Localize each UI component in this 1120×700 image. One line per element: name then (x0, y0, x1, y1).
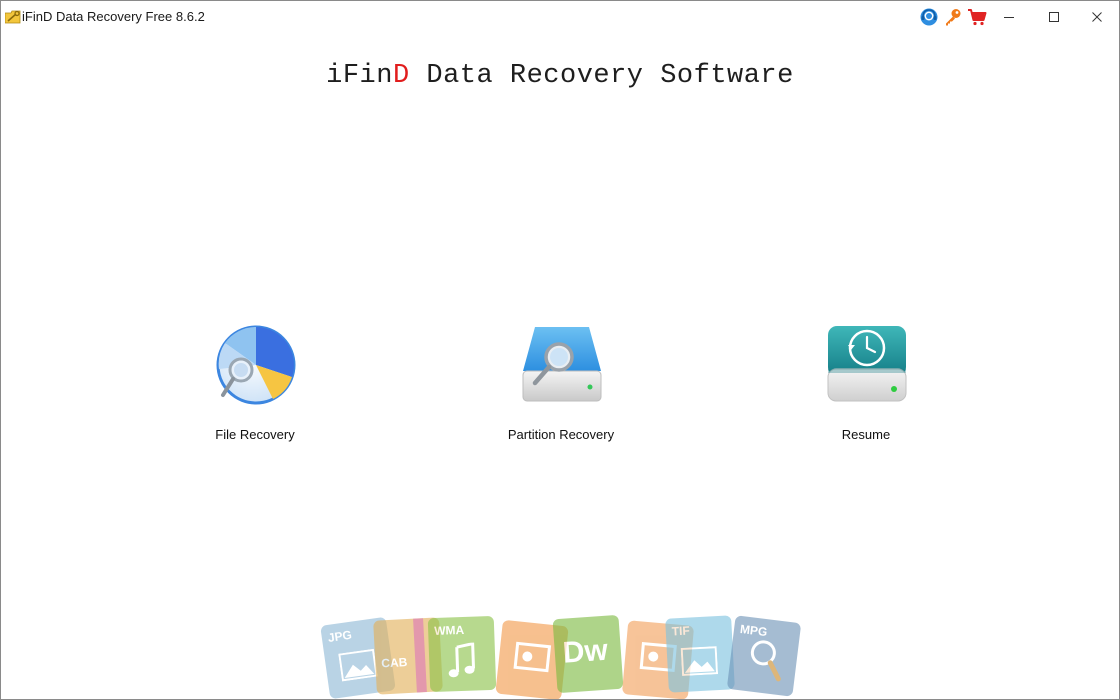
magnifier-icon (750, 640, 781, 682)
resume-clock-drive-icon (827, 326, 907, 402)
partition-recovery-button[interactable]: Partition Recovery (461, 319, 661, 449)
image-icon (338, 648, 378, 682)
folder-key-icon (5, 10, 21, 24)
close-icon (1092, 12, 1102, 22)
app-window: iFinD Data Recovery Free 8.6.2 iFinD Dat… (0, 0, 1120, 700)
app-heading: iFinD Data Recovery Software (1, 61, 1119, 91)
filetype-tif-tile: TIF (665, 615, 735, 693)
minimize-icon (1004, 17, 1014, 18)
resume-button[interactable]: Resume (766, 319, 966, 449)
image-icon (680, 646, 719, 676)
filetype-mpg-tile: MPG (726, 615, 802, 697)
heading-part-1: iFin (326, 61, 393, 91)
maximize-button[interactable] (1032, 1, 1076, 33)
buy-cart-icon[interactable] (967, 7, 987, 27)
close-button[interactable] (1075, 1, 1119, 33)
file-recovery-label: File Recovery (215, 427, 295, 442)
partition-recovery-label: Partition Recovery (507, 427, 615, 442)
filetype-wma-tile: WMA (427, 615, 497, 693)
file-recovery-button[interactable]: File Recovery (155, 319, 355, 449)
partition-drive-icon (522, 327, 602, 402)
file-recovery-pie-icon (216, 325, 296, 405)
title-bar: iFinD Data Recovery Free 8.6.2 (1, 1, 1119, 33)
minimize-button[interactable] (987, 1, 1031, 33)
maximize-icon (1049, 12, 1059, 22)
presentation-icon (513, 641, 552, 673)
heading-part-2: Data Recovery Software (409, 61, 794, 91)
file-types-strip: JPG CAB WMA Dw TIF MPG (319, 611, 809, 699)
register-key-icon[interactable] (943, 7, 963, 27)
zip-band (413, 618, 427, 693)
filetype-dw-tile: Dw (552, 614, 624, 694)
heading-accent-letter: D (392, 61, 410, 91)
window-title: iFinD Data Recovery Free 8.6.2 (22, 9, 205, 24)
support-chat-icon[interactable] (919, 7, 939, 27)
music-note-icon (448, 642, 476, 678)
resume-label: Resume (841, 427, 891, 442)
